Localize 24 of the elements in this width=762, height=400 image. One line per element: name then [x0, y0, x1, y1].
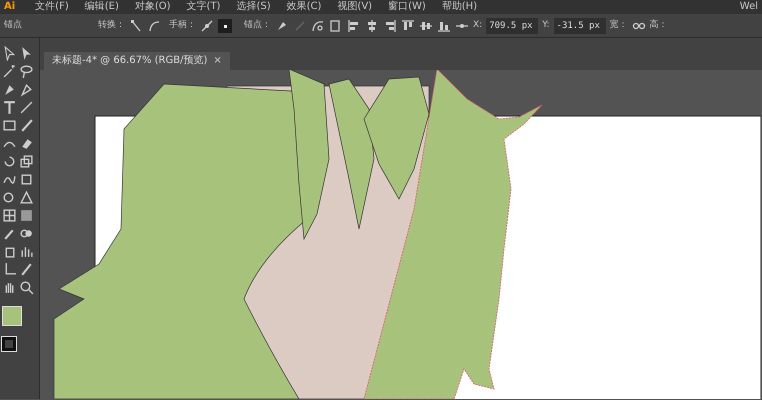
menu-item[interactable]: 选择(S): [236, 0, 271, 14]
menu-item[interactable]: 编辑(E): [84, 0, 119, 14]
document-tab[interactable]: 未标题-4* @ 66.67% (RGB/预览) ×: [44, 52, 230, 70]
x-field[interactable]: 709.5 px: [486, 18, 538, 34]
anchor-label: 锚点：: [244, 18, 271, 32]
handles-label: 手柄：: [169, 18, 196, 32]
menu-item[interactable]: 窗口(W): [388, 0, 426, 14]
y-field[interactable]: -31.5 px: [554, 18, 606, 34]
menu-item[interactable]: 文件(F): [35, 0, 69, 14]
document-title: 未标题-4* @ 66.67% (RGB/预览): [52, 54, 208, 68]
x-label: X:: [473, 18, 482, 32]
workspace-switcher[interactable]: Wel: [740, 0, 762, 14]
y-label: Y:: [542, 18, 550, 32]
selection-label: 锚点: [4, 18, 22, 32]
menu-item[interactable]: 帮助(H): [442, 0, 478, 14]
menu-item[interactable]: 视图(V): [337, 0, 372, 14]
width-label: 宽：: [610, 18, 628, 32]
menu-item[interactable]: 对象(O): [134, 0, 171, 14]
menu-item[interactable]: 效果(C): [286, 0, 322, 14]
app-logo: Ai: [3, 0, 16, 14]
menu-item[interactable]: 文字(T): [186, 0, 220, 14]
height-label: 高：: [650, 18, 668, 32]
close-button[interactable]: ×: [207, 52, 222, 70]
convert-label: 转换：: [98, 18, 125, 32]
